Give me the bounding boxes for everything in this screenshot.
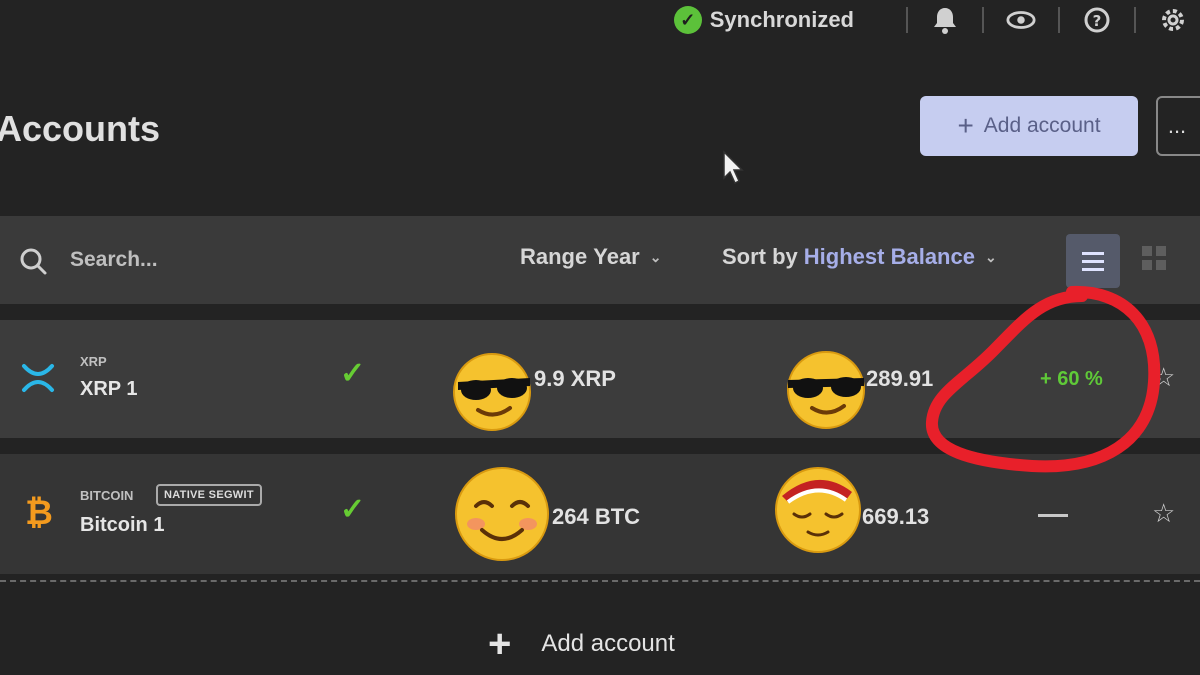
bell-icon[interactable] [930, 5, 960, 35]
sleepy-emoji-icon [775, 467, 861, 553]
sunglasses-emoji-icon [787, 351, 865, 429]
coin-ticker: BITCOIN [80, 488, 134, 503]
range-value: Year [593, 244, 640, 269]
more-icon: ... [1167, 113, 1187, 138]
account-name: XRP 1 [80, 378, 138, 400]
mouse-pointer-icon [723, 150, 744, 185]
help-icon[interactable]: ? [1082, 5, 1112, 35]
list-view-toggle[interactable] [1066, 234, 1120, 288]
sort-value: Highest Balance [803, 244, 975, 269]
divider [1058, 7, 1060, 33]
bitcoin-icon: ₿ [24, 492, 54, 537]
chevron-down-icon: ⌄ [649, 248, 662, 265]
list-icon-bar [1082, 251, 1104, 255]
add-account-button[interactable]: + Add account [920, 96, 1138, 156]
divider [1134, 7, 1136, 33]
account-countervalue: 669.13 [862, 504, 930, 529]
account-balance: 9.9 XRP [534, 366, 616, 391]
divider [906, 7, 908, 33]
account-balance: 264 BTC [552, 504, 641, 529]
sort-dropdown[interactable]: Sort by Highest Balance ⌄ [722, 244, 997, 270]
list-icon-bar [1082, 259, 1104, 263]
search-input[interactable] [70, 244, 370, 276]
gear-icon[interactable] [1158, 5, 1188, 35]
page-title: Accounts [0, 108, 161, 149]
svg-text:₿: ₿ [25, 493, 53, 532]
search-icon [20, 248, 47, 275]
divider [982, 7, 984, 33]
grid-icon-cell [1156, 246, 1166, 256]
synced-check-icon: ✓ [340, 357, 366, 390]
range-label: Range [520, 244, 588, 269]
star-icon[interactable]: ☆ [1152, 498, 1175, 529]
no-change-dash [1038, 514, 1068, 517]
chevron-down-icon: ⌄ [984, 248, 997, 265]
account-name: Bitcoin 1 [80, 514, 165, 536]
grid-icon-cell [1142, 246, 1152, 256]
annotation-circle [926, 285, 1161, 473]
plus-icon: + [488, 622, 512, 666]
synced-check-icon: ✓ [340, 493, 366, 526]
grid-icon-cell [1142, 260, 1152, 270]
sync-label: Synchronized [709, 7, 854, 32]
add-account-label: Add account [541, 630, 675, 657]
add-account-label: Add account [983, 114, 1101, 137]
smiling-emoji-icon [455, 467, 549, 561]
eye-icon[interactable] [1006, 5, 1036, 35]
sunglasses-emoji-icon [453, 353, 531, 431]
dashed-divider [0, 580, 1200, 582]
grid-view-toggle[interactable] [1142, 246, 1166, 270]
plus-icon: + [957, 110, 974, 141]
check-circle-icon: ✓ [673, 6, 702, 34]
list-icon-bar [1082, 267, 1104, 271]
svg-text:?: ? [1093, 12, 1102, 30]
more-options-button[interactable]: ... [1156, 96, 1200, 156]
range-dropdown[interactable]: Range Year ⌄ [520, 244, 661, 270]
xrp-icon [20, 360, 56, 401]
address-type-badge: NATIVE SEGWIT [156, 484, 262, 506]
top-bar: ✓ Synchronized ? [0, 0, 1200, 40]
add-account-footer-button[interactable]: + Add account [488, 624, 675, 664]
sync-status: ✓ Synchronized [673, 6, 854, 34]
grid-icon-cell [1156, 260, 1166, 270]
sort-label: Sort by [722, 244, 798, 269]
coin-ticker: XRP [80, 354, 107, 369]
